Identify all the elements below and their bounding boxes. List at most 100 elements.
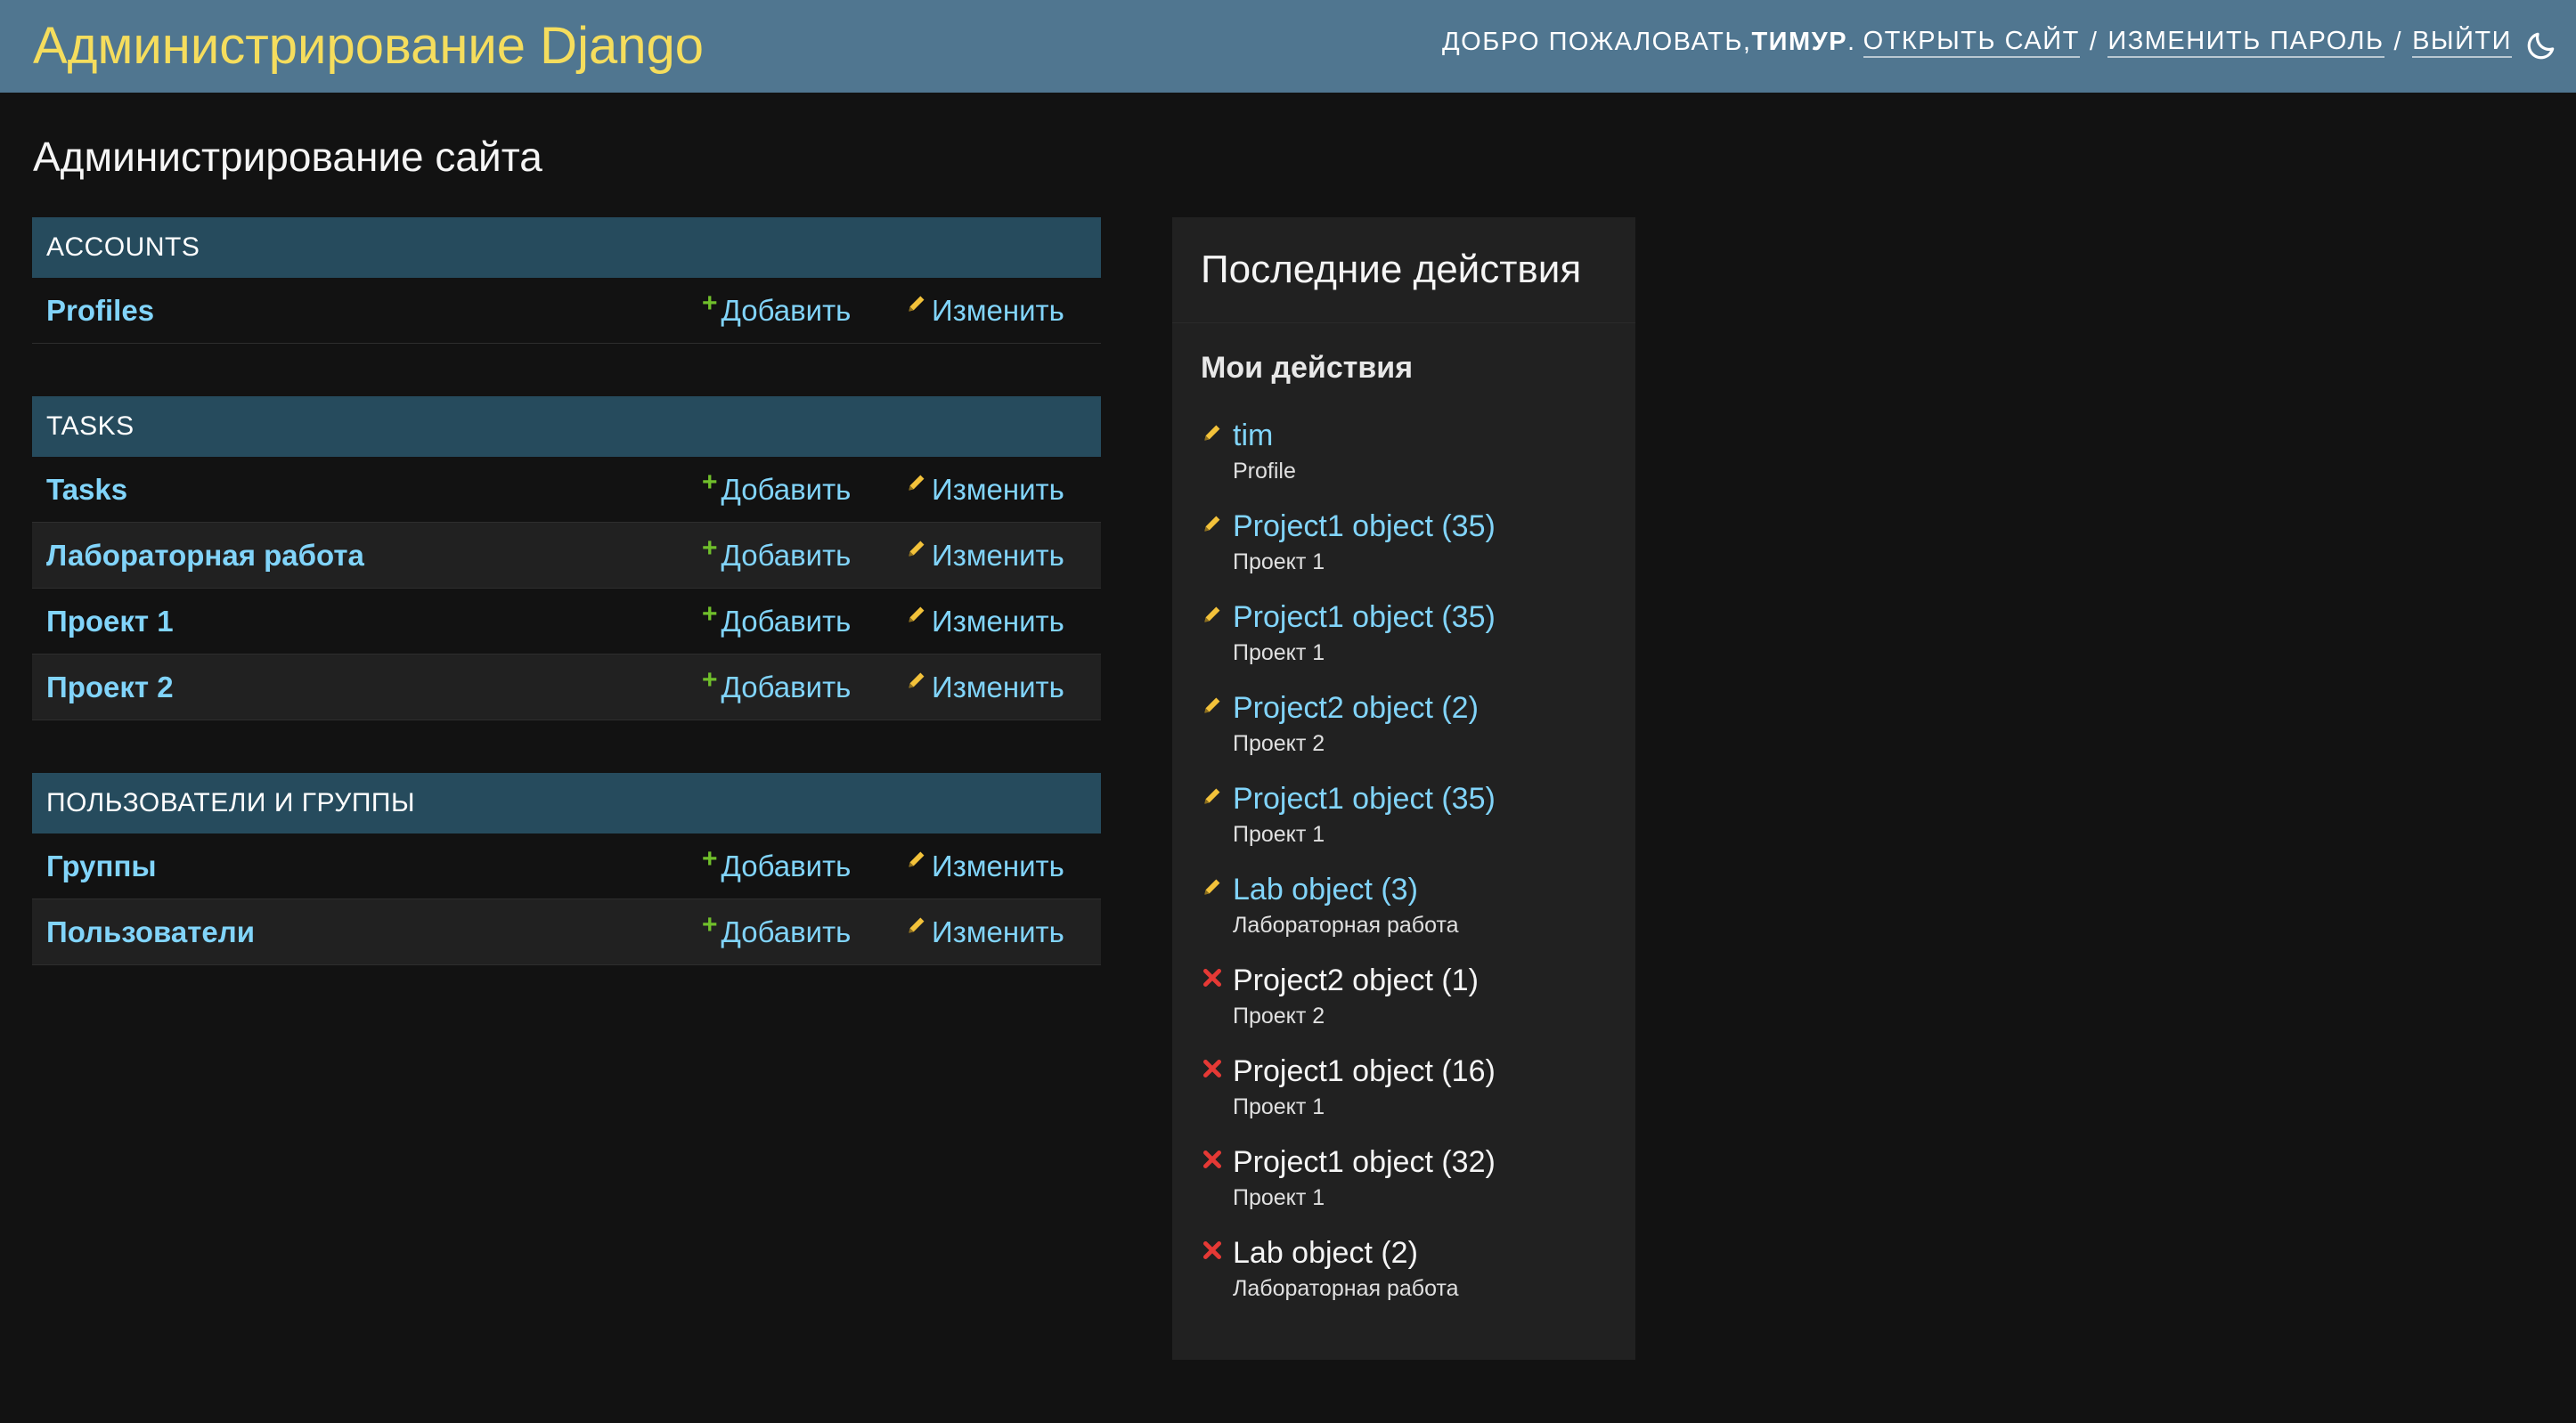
add-label: Добавить xyxy=(721,850,852,882)
change-button[interactable]: Изменить xyxy=(905,833,1064,899)
recent-action-type: Проект 1 xyxy=(1233,1185,1325,1210)
recent-action-type: Проект 1 xyxy=(1233,549,1325,574)
pencil-icon xyxy=(909,672,925,688)
change-button[interactable]: Изменить xyxy=(905,589,1064,655)
recent-action-object-link[interactable]: Project1 object (35) xyxy=(1233,508,1496,544)
model-row: Проект 2 + Добавить Изменить xyxy=(32,655,1101,720)
recent-action-item: Project2 object (1) Проект 2 xyxy=(1201,963,1619,1048)
recent-action-object-link[interactable]: Project1 object (35) xyxy=(1233,781,1496,817)
theme-toggle-button[interactable] xyxy=(2524,28,2558,62)
add-button[interactable]: + Добавить xyxy=(702,589,851,656)
change-label: Изменить xyxy=(932,473,1064,506)
add-label: Добавить xyxy=(721,915,852,948)
recent-action-type: Проект 1 xyxy=(1233,1094,1325,1119)
recent-action-object: Project1 object (16) xyxy=(1233,1054,1496,1088)
model-link[interactable]: Лабораторная работа xyxy=(46,523,364,589)
pencil-icon xyxy=(1204,606,1220,622)
recent-action-item: Lab object (3) Лабораторная работа xyxy=(1201,872,1619,957)
recent-action-item: Project1 object (35) Проект 1 xyxy=(1201,508,1619,594)
app-module-accounts: ACCOUNTS Profiles + Добавить Изменить xyxy=(32,217,1101,344)
model-row: Tasks + Добавить Изменить xyxy=(32,457,1101,523)
recent-action-object-link[interactable]: Lab object (3) xyxy=(1233,872,1418,907)
user-tools: ДОБРО ПОЖАЛОВАТЬ, ТИМУР . ОТКРЫТЬ САЙТ /… xyxy=(1442,24,2512,60)
model-link[interactable]: Tasks xyxy=(46,457,127,523)
recent-action-type: Проект 2 xyxy=(1233,1004,1325,1029)
delete-x-icon xyxy=(1202,1059,1222,1078)
change-label: Изменить xyxy=(932,671,1064,703)
pencil-icon xyxy=(909,606,925,622)
recent-action-object: Project2 object (1) xyxy=(1233,964,1479,997)
model-link[interactable]: Группы xyxy=(46,833,157,899)
recent-action-object: Lab object (2) xyxy=(1233,1236,1418,1270)
model-row: Profiles + Добавить Изменить xyxy=(32,278,1101,344)
change-password-link[interactable]: ИЗМЕНИТЬ ПАРОЛЬ xyxy=(2107,26,2384,58)
add-label: Добавить xyxy=(721,473,852,506)
model-link[interactable]: Profiles xyxy=(46,278,154,344)
module-caption[interactable]: ACCOUNTS xyxy=(32,217,1101,278)
recent-action-type: Проект 1 xyxy=(1233,640,1325,665)
add-button[interactable]: + Добавить xyxy=(702,899,851,967)
delete-x-icon xyxy=(1202,1240,1222,1260)
add-label: Добавить xyxy=(721,294,852,327)
add-label: Добавить xyxy=(721,539,852,572)
view-site-link[interactable]: ОТКРЫТЬ САЙТ xyxy=(1863,26,2080,58)
change-label: Изменить xyxy=(932,539,1064,572)
pencil-icon xyxy=(1204,425,1220,441)
plus-icon: + xyxy=(702,468,718,497)
recent-actions-title: Последние действия xyxy=(1172,217,1635,323)
recent-action-type: Лабораторная работа xyxy=(1233,1276,1459,1301)
pencil-icon xyxy=(909,475,925,491)
delete-x-icon xyxy=(1202,968,1222,988)
recent-action-object-link[interactable]: Project1 object (35) xyxy=(1233,599,1496,635)
model-link[interactable]: Проект 2 xyxy=(46,655,174,720)
module-caption[interactable]: TASKS xyxy=(32,396,1101,457)
add-button[interactable]: + Добавить xyxy=(702,655,851,722)
plus-icon: + xyxy=(702,910,718,939)
recent-action-item: Project1 object (35) Проект 1 xyxy=(1201,599,1619,685)
delete-x-icon xyxy=(1202,1150,1222,1169)
add-button[interactable]: + Добавить xyxy=(702,523,851,590)
add-button[interactable]: + Добавить xyxy=(702,833,851,901)
pencil-icon xyxy=(909,541,925,557)
change-button[interactable]: Изменить xyxy=(905,457,1064,523)
recent-action-item: Lab object (2) Лабораторная работа xyxy=(1201,1235,1619,1321)
change-label: Изменить xyxy=(932,294,1064,327)
model-link[interactable]: Пользователи xyxy=(46,899,255,965)
recent-action-type: Profile xyxy=(1233,459,1296,484)
site-branding-link[interactable]: Администрирование Django xyxy=(33,16,704,77)
add-button[interactable]: + Добавить xyxy=(702,457,851,524)
recent-action-item: Project2 object (2) Проект 2 xyxy=(1201,690,1619,776)
recent-action-type: Проект 2 xyxy=(1233,731,1325,756)
logout-link[interactable]: ВЫЙТИ xyxy=(2412,26,2512,58)
model-row: Проект 1 + Добавить Изменить xyxy=(32,589,1101,655)
app-module-auth: ПОЛЬЗОВАТЕЛИ И ГРУППЫ Группы + Добавить И… xyxy=(32,773,1101,965)
recent-action-object-link[interactable]: tim xyxy=(1233,418,1273,453)
moon-icon xyxy=(2527,32,2555,60)
site-header: Администрирование Django ДОБРО ПОЖАЛОВАТ… xyxy=(0,0,2576,93)
plus-icon: + xyxy=(702,599,718,629)
model-row: Группы + Добавить Изменить xyxy=(32,833,1101,899)
pencil-icon xyxy=(1204,788,1220,804)
recent-action-item: Project1 object (35) Проект 1 xyxy=(1201,781,1619,866)
change-button[interactable]: Изменить xyxy=(905,523,1064,589)
add-label: Добавить xyxy=(721,605,852,638)
plus-icon: + xyxy=(702,533,718,563)
change-button[interactable]: Изменить xyxy=(905,899,1064,965)
user-tools-separator: / xyxy=(2089,27,2099,56)
add-label: Добавить xyxy=(721,671,852,703)
my-actions-heading: Мои действия xyxy=(1201,351,1414,385)
module-caption[interactable]: ПОЛЬЗОВАТЕЛИ И ГРУППЫ xyxy=(32,773,1101,833)
model-row: Лабораторная работа + Добавить Изменить xyxy=(32,523,1101,589)
pencil-icon xyxy=(1204,879,1220,895)
add-button[interactable]: + Добавить xyxy=(702,278,851,346)
app-module-tasks: TASKS Tasks + Добавить Изменить Лаборатор… xyxy=(32,396,1101,720)
change-label: Изменить xyxy=(932,850,1064,882)
model-link[interactable]: Проект 1 xyxy=(46,589,174,655)
user-tools-separator: / xyxy=(2393,27,2403,56)
page-title: Администрирование сайта xyxy=(33,134,542,180)
change-button[interactable]: Изменить xyxy=(905,655,1064,720)
model-row: Пользователи + Добавить Изменить xyxy=(32,899,1101,965)
change-button[interactable]: Изменить xyxy=(905,278,1064,344)
recent-action-object-link[interactable]: Project2 object (2) xyxy=(1233,690,1479,726)
pencil-icon xyxy=(1204,697,1220,713)
